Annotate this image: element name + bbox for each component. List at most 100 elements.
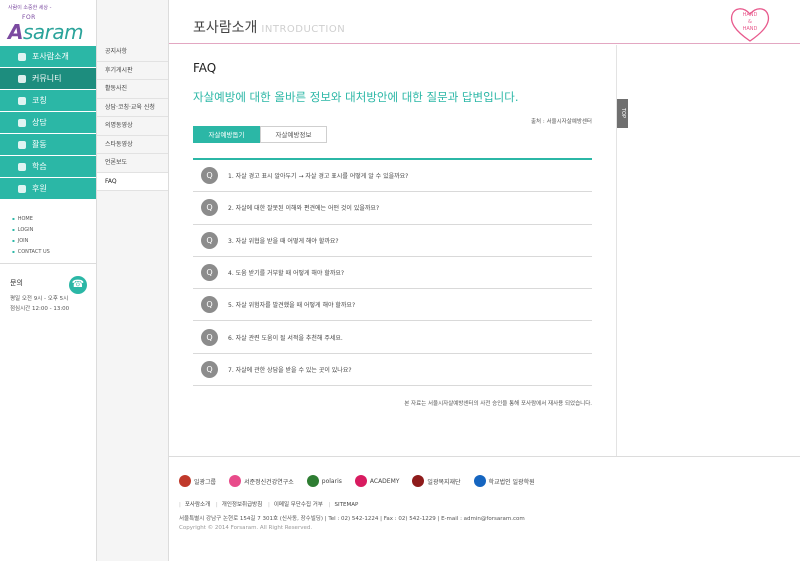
sub-menu: 공지사항 후기게시판 활동사진 상담·코칭·교육 신청 의명동영상 스타동영상 … (97, 43, 168, 191)
contact-weekday-hours: 평일 오전 9시 - 오후 5시 (10, 296, 69, 302)
magnifier-q-icon: Q (201, 296, 218, 314)
scroll-top-button[interactable]: TOP (617, 99, 628, 128)
faq-question: 4. 도움 받기를 거부할 때 어떻게 해야 할까요? (228, 270, 345, 278)
logo-letter: A (8, 20, 23, 44)
footer-link-privacy[interactable]: 개인정보취급방침 (222, 502, 262, 508)
menu-item-learning[interactable]: 학습 (0, 156, 96, 178)
seojun-logo-icon (229, 475, 242, 487)
partner-seojun-institute[interactable]: 서준정신건강연구소 (229, 475, 294, 487)
footer: 일광그룹 서준정신건강연구소 polaris ACADEMY 일광복지재단 학교… (169, 456, 800, 561)
person-icon (18, 96, 26, 105)
menu-item-label: 커뮤니티 (32, 74, 62, 83)
section-title: 포사람소개 INTRODUCTION (193, 17, 345, 37)
faq-item[interactable]: Q 1. 자살 경고 표시 알아두기 → 자살 경고 표시를 어떻게 알 수 있을… (193, 160, 592, 193)
sub-menu-notice[interactable]: 공지사항 (97, 43, 168, 62)
badge-line-2: & (748, 19, 752, 25)
footer-link-sitemap[interactable]: SITEMAP (335, 502, 359, 508)
faq-item[interactable]: Q 5. 자살 위험자를 발견했을 때 어떻게 해야 할까요? (193, 289, 592, 322)
menu-item-about[interactable]: 포사람소개 (0, 46, 96, 68)
partner-name: 일광그룹 (194, 478, 217, 486)
badge-line-3: HAND (742, 26, 758, 32)
footer-links: | 포사람소개 | 개인정보취급방침 | 이메일 무단수집 거부 | SITEMAP (179, 502, 359, 508)
partner-ilkwang-foundation[interactable]: 일광복지재단 (412, 475, 461, 487)
section-title-ko: 포사람소개 (193, 20, 258, 36)
section-title-en: INTRODUCTION (261, 24, 346, 35)
magnifier-q-icon: Q (201, 328, 218, 346)
polaris-star-icon (306, 475, 319, 487)
quick-link-login[interactable]: LOGIN (12, 224, 96, 235)
magnifier-q-icon: Q (201, 167, 218, 185)
main-content: FAQ 자살예방에 대한 올바른 정보와 대처방안에 대한 질문과 답변입니다.… (169, 45, 616, 456)
copyright-notice: 본 자료는 서울시자살예방센터의 사전 승인을 통해 포사람에서 재사용 되었습… (404, 401, 592, 407)
sub-menu-star-videos[interactable]: 스타동영상 (97, 136, 168, 154)
site-logo[interactable]: FOR Asaram (8, 14, 96, 44)
tab-prevention-help[interactable]: 자살예방돕기 (193, 126, 260, 143)
partner-ilkwang-school[interactable]: 학교법인 일광학원 (473, 475, 535, 487)
partner-m-academy[interactable]: ACADEMY (354, 475, 399, 487)
faq-question: 3. 자살 위협을 받을 때 어떻게 해야 할까요? (228, 237, 339, 245)
quick-link-contact[interactable]: CONTACT US (12, 246, 96, 257)
menu-item-label: 포사람소개 (32, 52, 69, 61)
partner-ilkwang-group[interactable]: 일광그룹 (179, 475, 216, 487)
main-menu: 포사람소개 커뮤니티 코칭 상담 활동 학습 후원 (0, 46, 96, 200)
main-sidebar: 사람이 소중한 세상 - FOR Asaram 포사람소개 커뮤니티 코칭 상담… (0, 0, 97, 561)
partner-name: 일광복지재단 (427, 478, 461, 486)
footer-copyright: Copyright © 2014 Forsaram. All Right Res… (179, 525, 313, 531)
contact-hours: 평일 오전 9시 - 오후 5시 점심시간 12:00 - 13:00 (10, 294, 96, 314)
activity-icon (18, 140, 26, 149)
ilkwang-logo-icon (179, 475, 191, 487)
faq-item[interactable]: Q 4. 도움 받기를 거부할 때 어떻게 해야 할까요? (193, 257, 592, 290)
sub-menu-faq[interactable]: FAQ (97, 172, 168, 191)
partner-polaris[interactable]: polaris (306, 475, 342, 487)
logo-word: Asaram (8, 20, 84, 44)
quick-links: HOME LOGIN JOIN CONTACT US (0, 213, 96, 257)
sub-menu-press[interactable]: 언론보도 (97, 154, 168, 173)
faq-item[interactable]: Q 3. 자살 위협을 받을 때 어떻게 해야 할까요? (193, 225, 592, 257)
footer-link-about[interactable]: 포사람소개 (185, 502, 210, 508)
partner-name: 학교법인 일광학원 (488, 478, 535, 486)
menu-item-label: 상담 (32, 118, 47, 127)
faq-item[interactable]: Q 2. 자살에 대한 잘못된 이해와 편견에는 어떤 것이 있을까요? (193, 192, 592, 225)
faq-question: 7. 자살에 관한 상담을 받을 수 있는 곳이 있나요? (228, 366, 352, 374)
info-icon (18, 52, 26, 61)
foundation-logo-icon (412, 475, 425, 487)
faq-list: Q 1. 자살 경고 표시 알아두기 → 자살 경고 표시를 어떻게 알 수 있을… (193, 160, 592, 387)
quick-link-join[interactable]: JOIN (12, 235, 96, 246)
faq-question: 2. 자살에 대한 잘못된 이해와 편견에는 어떤 것이 있을까요? (228, 205, 380, 213)
faq-item[interactable]: Q 7. 자살에 관한 상담을 받을 수 있는 곳이 있나요? (193, 354, 592, 387)
counsel-icon (18, 118, 26, 127)
menu-item-counsel[interactable]: 상담 (0, 112, 96, 134)
source-text: 출처 : 서울시자살예방센터 (530, 119, 592, 125)
menu-item-community[interactable]: 커뮤니티 (0, 68, 96, 90)
faq-item[interactable]: Q 6. 자살 관련 도움이 될 서적을 추천해 주세요. (193, 321, 592, 354)
sub-menu-apply[interactable]: 상담·코칭·교육 신청 (97, 99, 168, 117)
magnifier-q-icon: Q (201, 264, 218, 282)
menu-item-activity[interactable]: 활동 (0, 134, 96, 156)
footer-link-email-policy[interactable]: 이메일 무단수집 거부 (274, 502, 323, 508)
logo-text: saram (22, 20, 84, 44)
tab-prevention-info[interactable]: 자살예방정보 (260, 126, 327, 143)
contact-lunch-hours: 점심시간 12:00 - 13:00 (10, 306, 70, 312)
slogan: 사람이 소중한 세상 - (8, 5, 52, 11)
menu-item-label: 코칭 (32, 96, 47, 105)
footer-address: 서울특별시 강남구 논현로 154길 7 301호 (신사동, 장수빌딩) | … (179, 516, 525, 522)
brand[interactable]: 사람이 소중한 세상 - FOR Asaram (0, 0, 96, 46)
sub-menu-photos[interactable]: 활동사진 (97, 80, 168, 99)
menu-item-donate[interactable]: 후원 (0, 178, 96, 200)
faq-question: 1. 자살 경고 표시 알아두기 → 자살 경고 표시를 어떻게 알 수 있을까… (228, 173, 409, 181)
donate-icon (18, 184, 26, 193)
badge-line-1: HAND (742, 12, 758, 18)
menu-item-label: 활동 (32, 140, 47, 149)
page-header: 포사람소개 INTRODUCTION HAND & HAND (169, 0, 800, 44)
partner-name: 서준정신건강연구소 (244, 478, 294, 486)
faq-headline: 자살예방에 대한 올바른 정보와 대처방안에 대한 질문과 답변입니다. (193, 90, 519, 104)
school-emblem-icon (473, 475, 486, 487)
hand-in-hand-text: HAND & HAND (728, 12, 772, 33)
sub-menu-reviews[interactable]: 후기게시판 (97, 62, 168, 80)
contact-box: 문의 평일 오전 9시 - 오후 5시 점심시간 12:00 - 13:00 ☎ (0, 263, 96, 314)
sub-menu-videos[interactable]: 의명동영상 (97, 117, 168, 136)
pen-icon (18, 162, 26, 171)
quick-link-home[interactable]: HOME (12, 213, 96, 224)
menu-item-coaching[interactable]: 코칭 (0, 90, 96, 112)
m-academy-icon (354, 475, 367, 487)
